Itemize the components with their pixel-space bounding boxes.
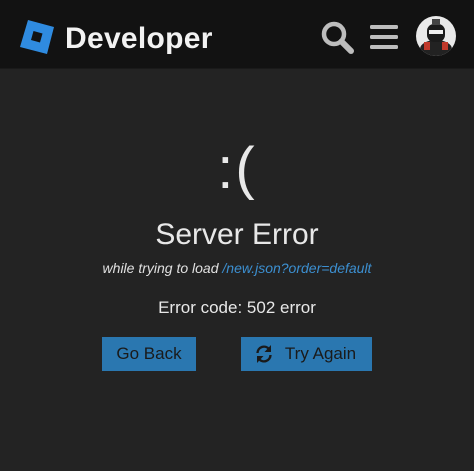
error-url-link[interactable]: /new.json?order=default xyxy=(222,260,371,276)
try-again-label: Try Again xyxy=(284,344,357,363)
user-avatar[interactable] xyxy=(416,16,456,56)
error-detail-prefix: while trying to load xyxy=(102,260,219,276)
refresh-icon xyxy=(256,345,272,363)
top-nav-bar: Developer xyxy=(0,0,474,69)
go-back-button[interactable]: Go Back xyxy=(102,337,196,371)
sad-face-glyph: :( xyxy=(217,136,257,201)
error-title: Server Error xyxy=(155,218,319,251)
brand-title[interactable]: Developer xyxy=(65,20,213,58)
search-icon[interactable] xyxy=(320,20,354,54)
error-detail: while trying to load /new.json?order=def… xyxy=(0,258,474,278)
error-code: Error code: 502 error xyxy=(158,298,316,317)
go-back-label: Go Back xyxy=(116,344,182,363)
hamburger-menu-icon[interactable] xyxy=(368,22,400,52)
try-again-button[interactable]: Try Again xyxy=(241,337,372,371)
roblox-logo-icon[interactable] xyxy=(20,20,54,54)
